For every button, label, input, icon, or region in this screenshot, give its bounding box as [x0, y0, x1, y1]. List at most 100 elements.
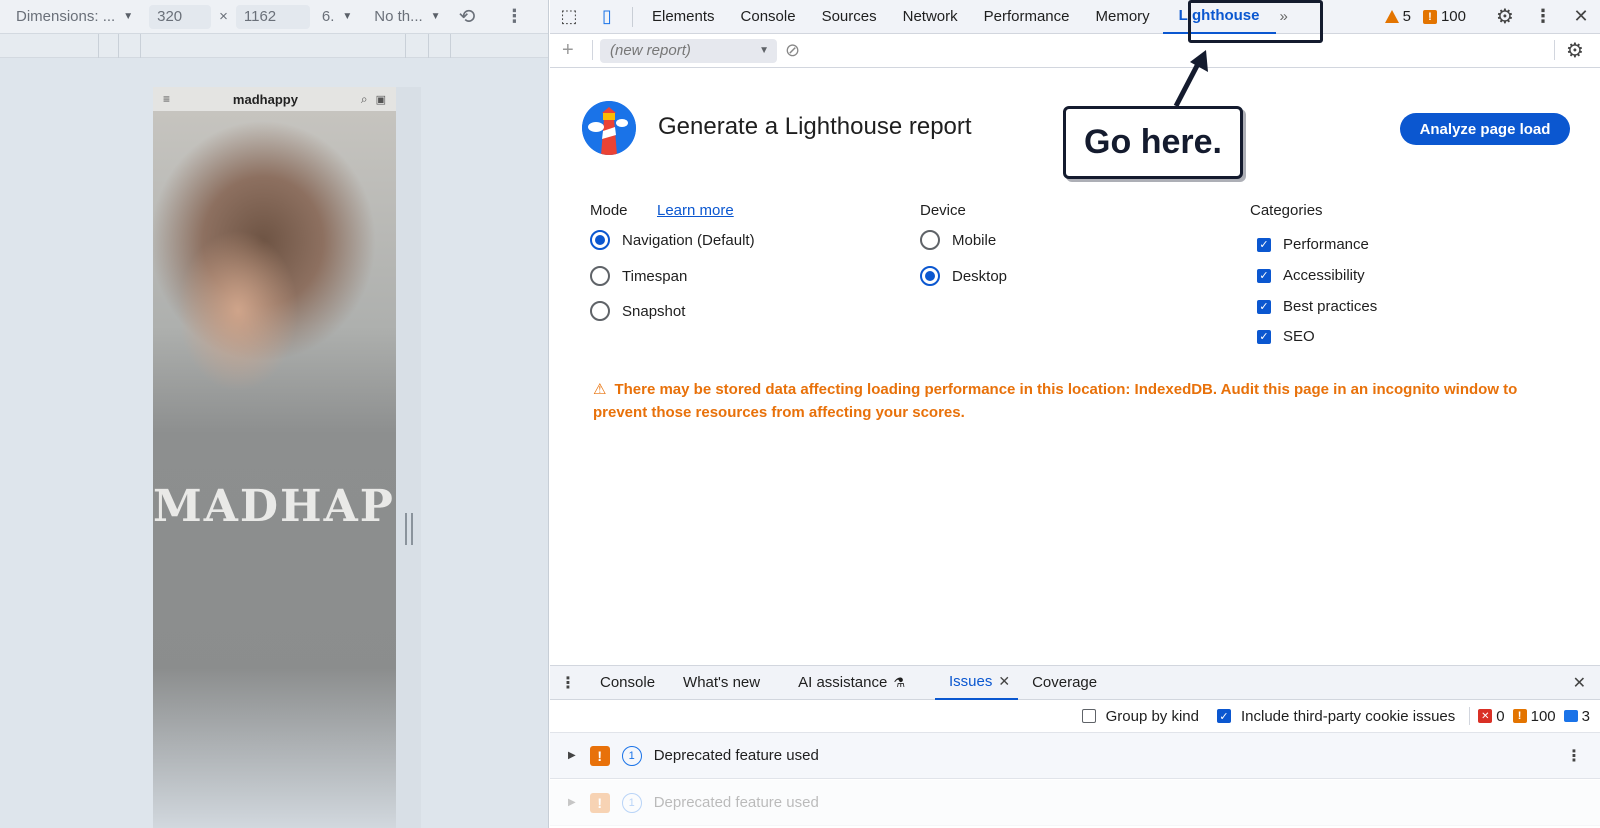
issue-count: 1: [621, 792, 642, 813]
issues-badge[interactable]: ! 100: [1422, 8, 1466, 25]
checkbox[interactable]: ✓: [1257, 329, 1271, 344]
report-select[interactable]: (new report) ▼: [600, 38, 777, 63]
drawer-tab-whats-new[interactable]: What's new: [669, 666, 774, 700]
more-tabs-icon[interactable]: »: [1276, 0, 1292, 34]
radio-button[interactable]: [590, 230, 610, 250]
inspect-element-icon[interactable]: ⬚: [550, 0, 588, 34]
clear-icon[interactable]: ⊘: [785, 40, 800, 61]
issue-row[interactable]: ▶ ! 1 Deprecated feature used: [550, 780, 1600, 826]
more-options-icon[interactable]: ⋮: [505, 6, 523, 27]
zoom-select[interactable]: 6. ▼: [322, 8, 352, 25]
storage-warning: ⚠ There may be stored data affecting load…: [593, 378, 1533, 424]
devtools-tabbar: ⬚ ▯ Elements Console Sources Network Per…: [550, 0, 1600, 34]
ruler-tick: [405, 34, 406, 58]
menu-icon[interactable]: ≡: [163, 92, 170, 106]
close-drawer-icon[interactable]: ✕: [1573, 673, 1586, 693]
tab-sources[interactable]: Sources: [809, 0, 890, 34]
issue-row[interactable]: ▶ ! 1 Deprecated feature used ⋮: [550, 733, 1600, 779]
warning-icon: [1384, 10, 1399, 23]
third-party-cookie-label: Include third-party cookie issues: [1241, 707, 1456, 725]
dimensions-select[interactable]: Dimensions: ... ▼: [16, 8, 133, 25]
height-input[interactable]: 1162: [235, 4, 310, 29]
ruler-tick: [98, 34, 99, 58]
group-by-kind-checkbox[interactable]: [1081, 709, 1096, 723]
device-option-mobile[interactable]: Mobile: [920, 230, 996, 250]
learn-more-link[interactable]: Learn more: [657, 202, 734, 219]
third-party-cookie-checkbox[interactable]: ✓: [1217, 709, 1231, 723]
radio-button[interactable]: [920, 266, 940, 286]
drawer-tab-issues[interactable]: Issues ✕: [934, 666, 1019, 700]
device-toolbar: Dimensions: ... ▼ 320 × 1162 6. ▼ No th.…: [0, 0, 548, 34]
phone-brand[interactable]: madhappy: [170, 92, 361, 107]
error-icon: ✕: [1478, 709, 1493, 723]
issue-icon: !: [1512, 709, 1527, 723]
category-accessibility[interactable]: ✓ Accessibility: [1257, 267, 1365, 284]
drawer-tab-ai-assistance[interactable]: AI assistance ⚗: [784, 666, 909, 700]
width-input[interactable]: 320: [149, 4, 212, 29]
checkbox[interactable]: ✓: [1257, 299, 1271, 314]
radio-button[interactable]: [590, 266, 610, 286]
group-by-kind-label: Group by kind: [1105, 707, 1199, 725]
ruler-tick: [140, 34, 141, 58]
tab-elements[interactable]: Elements: [639, 0, 728, 34]
ruler-tick: [118, 34, 119, 58]
category-performance[interactable]: ✓ Performance: [1257, 236, 1369, 253]
category-seo[interactable]: ✓ SEO: [1257, 328, 1315, 345]
radio-button[interactable]: [920, 230, 940, 250]
radio-button[interactable]: [590, 301, 610, 321]
close-tab-icon[interactable]: ✕: [998, 673, 1010, 690]
more-options-icon[interactable]: ⋮: [1524, 0, 1562, 34]
info-icon: [1563, 710, 1578, 722]
checkbox[interactable]: ✓: [1257, 237, 1271, 252]
tab-memory[interactable]: Memory: [1083, 0, 1163, 34]
device-heading: Device: [920, 202, 966, 219]
bag-icon[interactable]: ▣: [376, 93, 386, 106]
category-best-practices[interactable]: ✓ Best practices: [1257, 298, 1377, 315]
lighthouse-settings-gear-icon[interactable]: ⚙: [1566, 38, 1584, 63]
option-label: Navigation (Default): [622, 231, 755, 249]
settings-gear-icon[interactable]: ⚙: [1486, 0, 1524, 34]
option-label: Mobile: [952, 231, 997, 249]
issue-menu-icon[interactable]: ⋮: [1566, 746, 1582, 766]
warning-triangle-icon: ⚠: [593, 381, 607, 398]
mode-heading: Mode: [590, 202, 628, 219]
throttle-select[interactable]: No th... ▼: [374, 8, 440, 25]
tab-performance[interactable]: Performance: [971, 0, 1083, 34]
tab-console[interactable]: Console: [728, 0, 809, 34]
resize-handle[interactable]: [405, 513, 413, 545]
categories-heading: Categories: [1250, 202, 1323, 219]
phone-header: ≡ madhappy ⌕ ▣: [153, 87, 396, 111]
mode-option-timespan[interactable]: Timespan: [590, 266, 687, 286]
device-option-desktop[interactable]: Desktop: [920, 266, 1007, 286]
chevron-down-icon: ▼: [759, 45, 769, 56]
drawer-menu-icon[interactable]: ⋮: [550, 673, 586, 693]
search-icon[interactable]: ⌕: [361, 92, 368, 107]
category-label: Performance: [1283, 236, 1369, 253]
drawer-tab-coverage[interactable]: Coverage: [1018, 666, 1111, 700]
plus-icon[interactable]: +: [562, 39, 574, 62]
drawer-tabbar: ⋮ Console What's new AI assistance ⚗ Iss…: [550, 665, 1600, 700]
category-label: Best practices: [1283, 298, 1378, 315]
analyze-page-load-button[interactable]: Analyze page load: [1400, 113, 1570, 145]
warnings-badge[interactable]: 5: [1384, 8, 1411, 25]
expand-caret-icon[interactable]: ▶: [568, 797, 576, 808]
chevron-down-icon: ▼: [342, 11, 353, 22]
times-sign: ×: [219, 8, 228, 25]
option-label: Desktop: [952, 267, 1008, 285]
divider: [1469, 707, 1471, 725]
tab-lighthouse[interactable]: Lighthouse: [1162, 0, 1276, 34]
rotate-icon[interactable]: ⟲: [459, 4, 476, 29]
drawer-tab-console[interactable]: Console: [586, 666, 669, 700]
expand-caret-icon[interactable]: ▶: [568, 750, 576, 761]
close-devtools-icon[interactable]: ✕: [1562, 0, 1600, 34]
mode-option-snapshot[interactable]: Snapshot: [590, 301, 685, 321]
emulated-page[interactable]: ≡ madhappy ⌕ ▣ MADHAPPY: [153, 87, 396, 828]
tab-network[interactable]: Network: [890, 0, 971, 34]
chevron-down-icon: ▼: [123, 11, 134, 22]
issue-icon: !: [589, 792, 610, 813]
device-toggle-icon[interactable]: ▯: [588, 0, 626, 34]
mode-option-navigation[interactable]: Navigation (Default): [590, 230, 755, 250]
option-label: Timespan: [622, 267, 688, 285]
checkbox[interactable]: ✓: [1257, 268, 1271, 283]
divider: [1554, 40, 1555, 60]
